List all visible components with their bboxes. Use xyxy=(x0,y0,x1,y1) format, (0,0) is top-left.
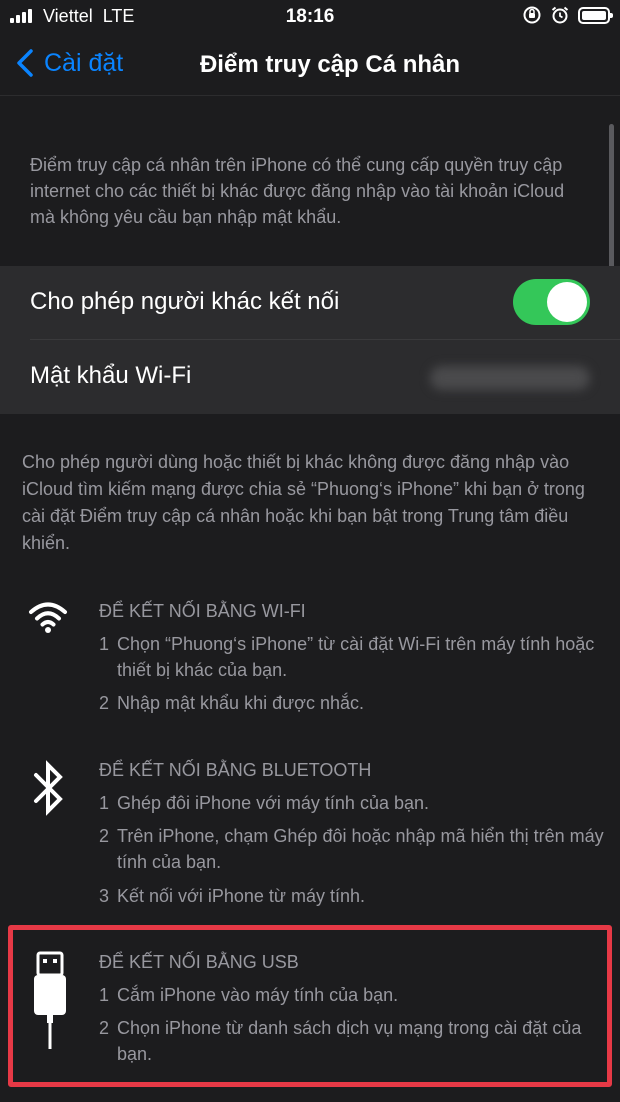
bluetooth-icon xyxy=(34,760,63,816)
wifi-password-value-blurred[interactable] xyxy=(430,366,590,390)
settings-group: Cho phép người khác kết nối Mật khẩu Wi-… xyxy=(0,266,620,414)
allow-others-toggle[interactable] xyxy=(513,279,590,325)
navigation-bar: Cài đặt Điểm truy cập Cá nhân xyxy=(0,34,620,96)
wifi-step: 1 Chọn “Phuong‘s iPhone” từ cài đặt Wi-F… xyxy=(99,631,609,683)
step-text: Chọn “Phuong‘s iPhone” từ cài đặt Wi-Fi … xyxy=(117,634,595,680)
step-number: 1 xyxy=(99,793,110,813)
wifi-password-label: Mật khẩu Wi-Fi xyxy=(30,362,192,389)
step-number: 2 xyxy=(99,826,110,846)
settings-content: Điểm truy cập cá nhân trên iPhone có thể… xyxy=(0,96,620,1102)
rotation-lock-icon xyxy=(523,6,541,24)
toggle-knob xyxy=(547,282,587,322)
wifi-password-row[interactable]: Mật khẩu Wi-Fi xyxy=(0,340,620,413)
step-number: 1 xyxy=(99,634,110,654)
bluetooth-step: 3 Kết nối với iPhone từ máy tính. xyxy=(99,883,609,909)
status-icons xyxy=(522,5,613,25)
discovery-description: Cho phép người dùng hoặc thiết bị khác k… xyxy=(22,452,585,553)
battery-icon xyxy=(578,6,613,24)
step-text: Nhập mật khẩu khi được nhắc. xyxy=(117,693,364,713)
step-text: Trên iPhone, chạm Ghép đôi hoặc nhập mã … xyxy=(117,826,604,872)
step-text: Kết nối với iPhone từ máy tính. xyxy=(117,886,365,906)
bluetooth-step: 1 Ghép đôi iPhone với máy tính của bạn. xyxy=(99,790,609,816)
allow-others-label: Cho phép người khác kết nối xyxy=(30,288,340,315)
wifi-heading: ĐỂ KẾT NỐI BẰNG WI-FI xyxy=(99,601,306,621)
step-text: Ghép đôi iPhone với máy tính của bạn. xyxy=(117,793,429,813)
allow-others-row[interactable]: Cho phép người khác kết nối xyxy=(0,266,620,340)
step-number: 2 xyxy=(99,693,110,713)
wifi-step: 2 Nhập mật khẩu khi được nhắc. xyxy=(99,690,609,716)
page-title: Điểm truy cập Cá nhân xyxy=(199,51,461,78)
usb-highlight-box xyxy=(8,925,612,1087)
step-number: 3 xyxy=(99,886,110,906)
bluetooth-step: 2 Trên iPhone, chạm Ghép đôi hoặc nhập m… xyxy=(99,823,609,875)
alarm-icon xyxy=(551,6,569,24)
status-bar: Viettel LTE 18:16 xyxy=(0,0,620,34)
bluetooth-heading: ĐỂ KẾT NỐI BẰNG BLUETOOTH xyxy=(99,760,372,780)
wifi-icon xyxy=(29,602,67,633)
intro-description: Điểm truy cập cá nhân trên iPhone có thể… xyxy=(30,155,565,227)
